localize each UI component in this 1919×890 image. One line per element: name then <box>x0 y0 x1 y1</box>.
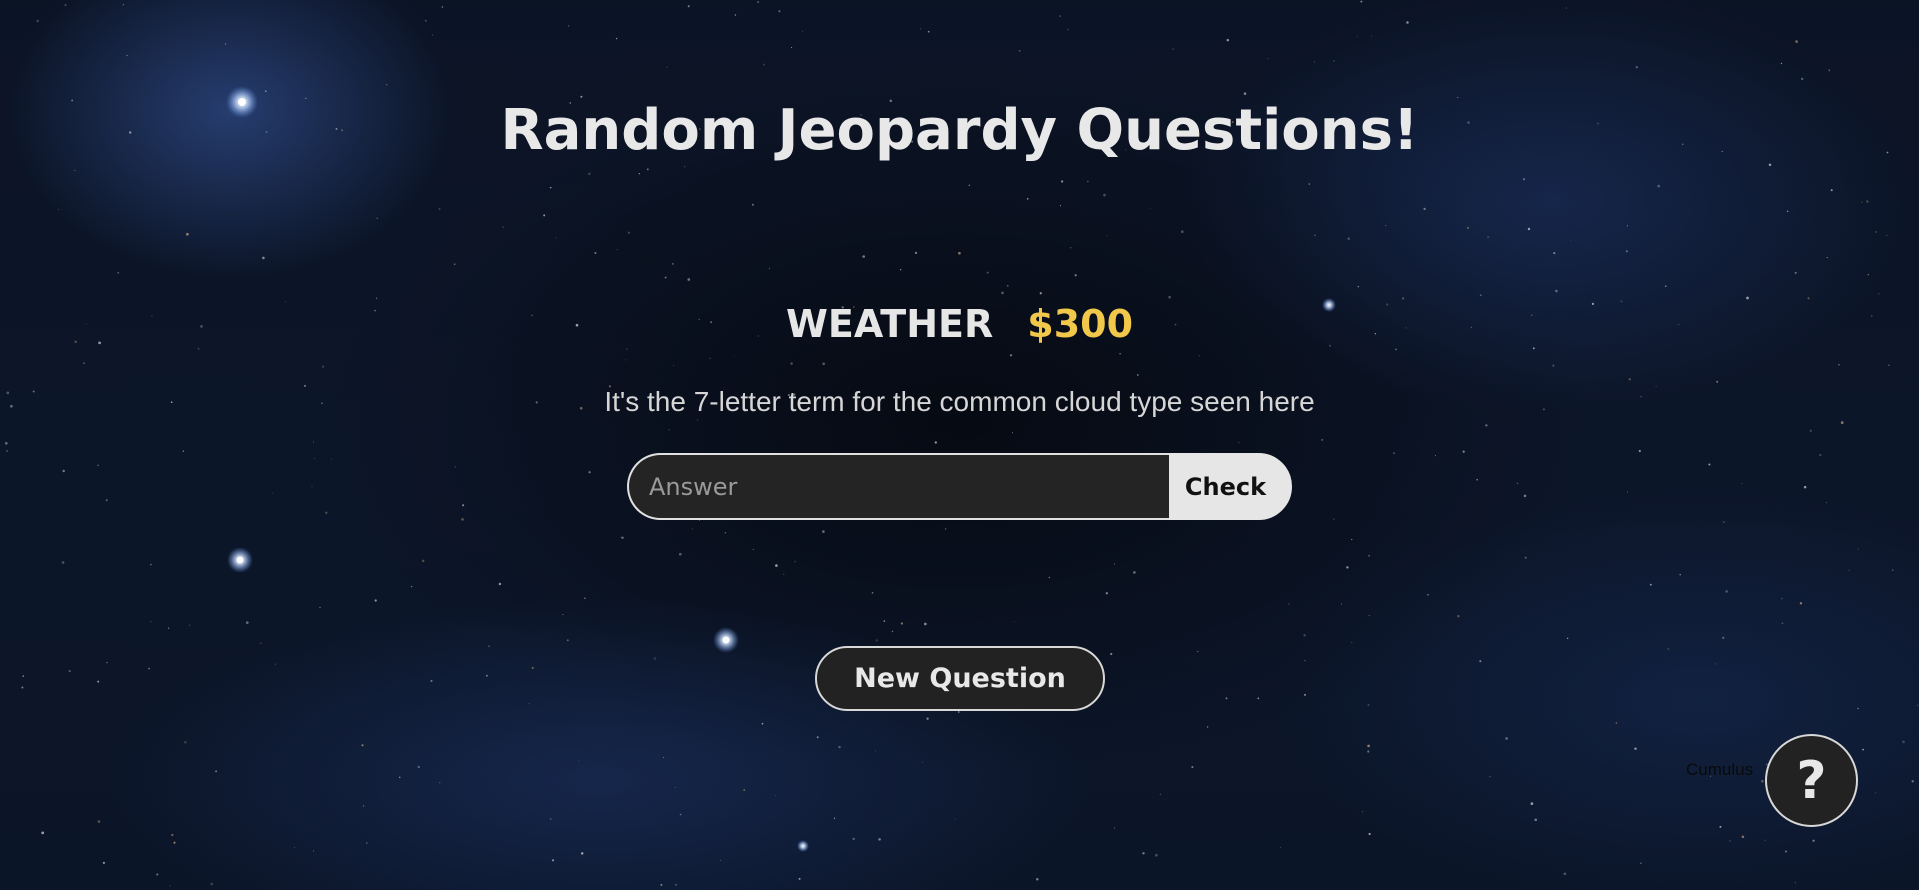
check-button[interactable]: Check <box>1169 453 1292 520</box>
answer-input[interactable] <box>627 453 1169 520</box>
clue-category: WEATHER <box>785 302 994 346</box>
clue-header: WEATHER $300 <box>0 302 1919 346</box>
help-button[interactable]: ? <box>1765 734 1858 827</box>
page-title: Random Jeopardy Questions! <box>500 98 1419 163</box>
new-question-button[interactable]: New Question <box>815 646 1105 711</box>
hint-text: Cumulus <box>1686 760 1754 779</box>
clue-question: It's the 7-letter term for the common cl… <box>604 386 1315 417</box>
question-mark-icon: ? <box>1796 750 1827 811</box>
clue-value: $300 <box>1027 302 1134 346</box>
answer-form: Check <box>627 453 1292 520</box>
